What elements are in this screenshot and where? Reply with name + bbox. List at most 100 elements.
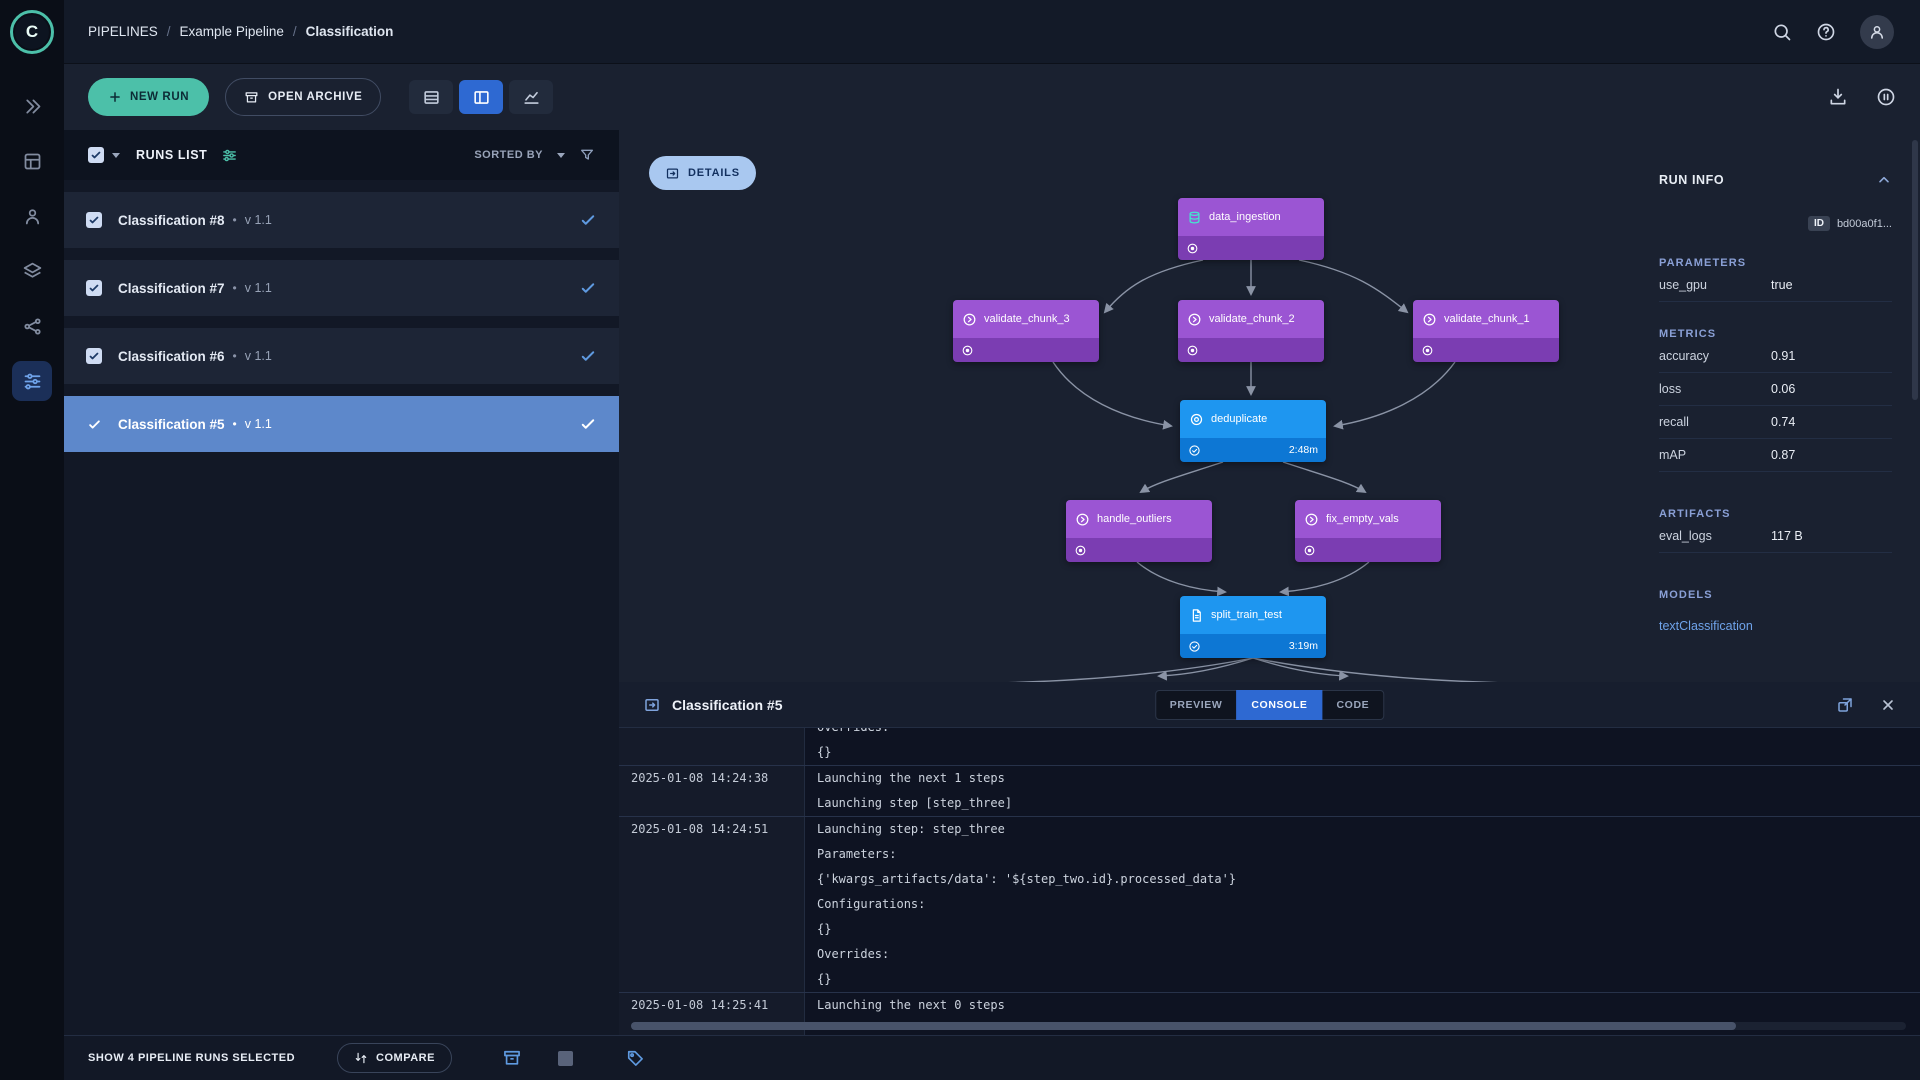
artifact-label: eval_logs — [1659, 529, 1771, 543]
close-icon[interactable] — [1880, 697, 1896, 713]
tab-code[interactable]: CODE — [1322, 690, 1385, 720]
nav-projects[interactable] — [12, 86, 52, 126]
dag-node-validate-chunk-2[interactable]: validate_chunk_2 — [1178, 300, 1324, 362]
check-icon — [87, 417, 102, 432]
node-label: validate_chunk_3 — [984, 313, 1070, 325]
parameters-section-title: PARAMETERS — [1659, 257, 1892, 269]
collapse-chevron-up-icon[interactable] — [1876, 172, 1892, 188]
clearml-logo[interactable]: C — [0, 0, 64, 64]
tag-action-icon[interactable] — [625, 1048, 645, 1068]
nav-reports[interactable] — [12, 196, 52, 236]
console-row: {'kwargs_artifacts/data': '${step_two.id… — [619, 867, 1920, 892]
nav-models[interactable] — [12, 306, 52, 346]
node-runtime: 2:48m — [1289, 444, 1318, 456]
select-all-caret-icon[interactable] — [112, 153, 120, 158]
panel-expand-icon[interactable] — [643, 696, 661, 714]
pipeline-toolbar: NEW RUN OPEN ARCHIVE — [64, 64, 1920, 130]
completed-check-icon — [1188, 640, 1201, 653]
nav-pipelines[interactable] — [12, 361, 52, 401]
node-label: data_ingestion — [1209, 211, 1281, 223]
pipeline-dag[interactable]: DETAILS — [619, 130, 1641, 682]
chart-view-toggle[interactable] — [509, 80, 553, 114]
dag-node-fix-empty-vals[interactable]: fix_empty_vals — [1295, 500, 1441, 562]
breadcrumb-project[interactable]: Example Pipeline — [180, 24, 284, 39]
node-header: handle_outliers — [1066, 500, 1212, 538]
compare-button[interactable]: COMPARE — [337, 1043, 452, 1073]
metric-label: recall — [1659, 415, 1771, 429]
logo-ring: C — [10, 10, 54, 54]
node-header: validate_chunk_1 — [1413, 300, 1559, 338]
run-status-check-icon — [579, 279, 597, 297]
nav-layers[interactable] — [12, 251, 52, 291]
run-id-value[interactable]: bd00a0f1... — [1837, 218, 1892, 230]
nav-datasets[interactable] — [12, 141, 52, 181]
console-row: 2025-01-08 14:24:51Launching step: step_… — [619, 816, 1920, 842]
new-run-button[interactable]: NEW RUN — [88, 78, 209, 116]
dag-node-validate-chunk-1[interactable]: validate_chunk_1 — [1413, 300, 1559, 362]
console-timestamp — [619, 942, 804, 967]
breadcrumb-pipelines[interactable]: PIPELINES — [88, 24, 158, 39]
sorted-by-caret-icon[interactable] — [557, 153, 565, 158]
selection-summary[interactable]: SHOW 4 PIPELINE RUNS SELECTED — [88, 1052, 295, 1064]
run-row-classification-7[interactable]: Classification #7 • v 1.1 — [64, 260, 619, 316]
datasets-icon — [22, 151, 43, 172]
parameter-value: true — [1771, 278, 1793, 292]
help-icon[interactable] — [1816, 22, 1836, 42]
node-footer: 2:48m — [1180, 438, 1326, 462]
download-icon[interactable] — [1828, 87, 1848, 107]
search-icon[interactable] — [1772, 22, 1792, 42]
tab-preview[interactable]: PREVIEW — [1155, 690, 1238, 720]
open-archive-button[interactable]: OPEN ARCHIVE — [225, 78, 381, 116]
dag-node-data-ingestion[interactable]: data_ingestion — [1178, 198, 1324, 260]
dag-node-split-train-test[interactable]: split_train_test 3:19m — [1180, 596, 1326, 658]
user-avatar[interactable] — [1860, 15, 1894, 49]
details-button[interactable]: DETAILS — [649, 156, 756, 190]
select-all-checkbox[interactable] — [88, 147, 104, 163]
vertical-scrollbar[interactable] — [1912, 140, 1918, 400]
details-label: DETAILS — [688, 167, 740, 179]
run-row-classification-8[interactable]: Classification #8 • v 1.1 — [64, 192, 619, 248]
console-log[interactable]: Overrides: {} 2025-01-08 14:24:38Launchi… — [619, 728, 1920, 1035]
row-checkbox[interactable] — [86, 348, 102, 364]
run-row-classification-6[interactable]: Classification #6 • v 1.1 — [64, 328, 619, 384]
tab-console[interactable]: CONSOLE — [1236, 690, 1322, 720]
table-view-icon — [422, 88, 441, 107]
stop-action-icon[interactable] — [558, 1051, 573, 1066]
horizontal-scrollbar-thumb[interactable] — [631, 1022, 1736, 1030]
maximize-icon[interactable] — [1836, 696, 1854, 714]
console-text: Launching the next 1 steps — [804, 766, 1005, 791]
archive-action-icon[interactable] — [502, 1048, 522, 1068]
row-checkbox[interactable] — [86, 212, 102, 228]
filter-funnel-icon[interactable] — [579, 147, 595, 163]
run-status-check-icon — [579, 347, 597, 365]
node-header: validate_chunk_3 — [953, 300, 1099, 338]
run-row-classification-5[interactable]: Classification #5 • v 1.1 — [64, 396, 619, 452]
filter-sliders-icon[interactable] — [221, 147, 238, 164]
sorted-by-label[interactable]: SORTED BY — [474, 149, 543, 161]
running-jobs-icon[interactable] — [1876, 87, 1896, 107]
completed-check-icon — [1188, 444, 1201, 457]
row-checkbox[interactable] — [86, 416, 102, 432]
horizontal-scrollbar-track[interactable] — [631, 1022, 1906, 1030]
cached-status-icon — [1421, 344, 1434, 357]
breadcrumb-separator: / — [167, 24, 171, 39]
dag-node-handle-outliers[interactable]: handle_outliers — [1066, 500, 1212, 562]
runs-list-panel: RUNS LIST SORTED BY Classification #8 • … — [64, 130, 619, 1035]
run-info-title: RUN INFO — [1659, 173, 1724, 187]
topbar: C PIPELINES / Example Pipeline / Classif… — [0, 0, 1920, 64]
console-row: Overrides: — [619, 942, 1920, 967]
id-badge: ID — [1808, 216, 1830, 231]
console-timestamp — [619, 842, 804, 867]
table-view-toggle[interactable] — [409, 80, 453, 114]
row-checkbox[interactable] — [86, 280, 102, 296]
console-timestamp: 2025-01-08 14:25:41 — [619, 993, 804, 1018]
dag-node-validate-chunk-3[interactable]: validate_chunk_3 — [953, 300, 1099, 362]
artifact-row: eval_logs 117 B — [1659, 520, 1892, 553]
split-view-toggle[interactable] — [459, 80, 503, 114]
check-icon — [88, 350, 100, 362]
dag-node-deduplicate[interactable]: deduplicate 2:48m — [1180, 400, 1326, 462]
node-header: fix_empty_vals — [1295, 500, 1441, 538]
model-link[interactable]: textClassification — [1659, 619, 1892, 633]
database-icon — [1187, 210, 1202, 225]
run-name: Classification #8 — [118, 213, 225, 228]
